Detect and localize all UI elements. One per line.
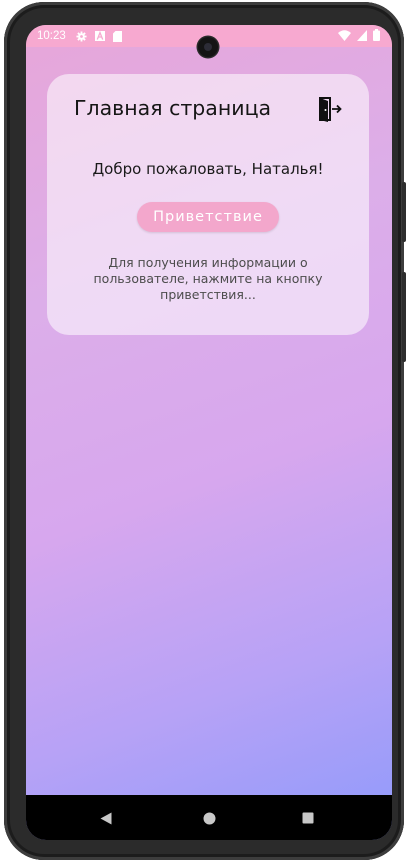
- status-time: 10:23: [37, 30, 66, 42]
- battery-icon: [373, 29, 380, 41]
- status-icons-left: [76, 30, 122, 42]
- nav-recents-button[interactable]: [297, 807, 319, 829]
- front-camera: [198, 37, 218, 57]
- wifi-icon: [338, 29, 351, 41]
- screen: 10:23 Главная страница Добро пожаловать,…: [26, 25, 392, 840]
- home-icon: [203, 812, 215, 824]
- recents-icon: [302, 812, 314, 824]
- greet-button[interactable]: Приветствие: [137, 202, 279, 232]
- welcome-message: Добро пожаловать, Наталья!: [92, 160, 324, 178]
- sd-card-icon: [112, 30, 122, 42]
- phone-frame: 10:23 Главная страница Добро пожаловать,…: [4, 2, 406, 860]
- back-icon: [100, 812, 112, 824]
- gear-icon: [76, 30, 87, 42]
- volume-button: [402, 272, 406, 362]
- page-title: Главная страница: [74, 96, 272, 120]
- hint-text: Для получения информации о пользователе,…: [93, 255, 323, 302]
- main-card: Главная страница Добро пожаловать, Натал…: [47, 74, 369, 335]
- a-icon: [94, 31, 105, 41]
- navigation-bar: [26, 795, 392, 840]
- nav-back-button[interactable]: [95, 807, 117, 829]
- power-button: [402, 182, 406, 242]
- signal-icon: [357, 29, 367, 41]
- logout-icon: [319, 97, 342, 122]
- logout-button[interactable]: [317, 96, 343, 122]
- status-icons-right: [338, 29, 380, 41]
- nav-home-button[interactable]: [198, 807, 220, 829]
